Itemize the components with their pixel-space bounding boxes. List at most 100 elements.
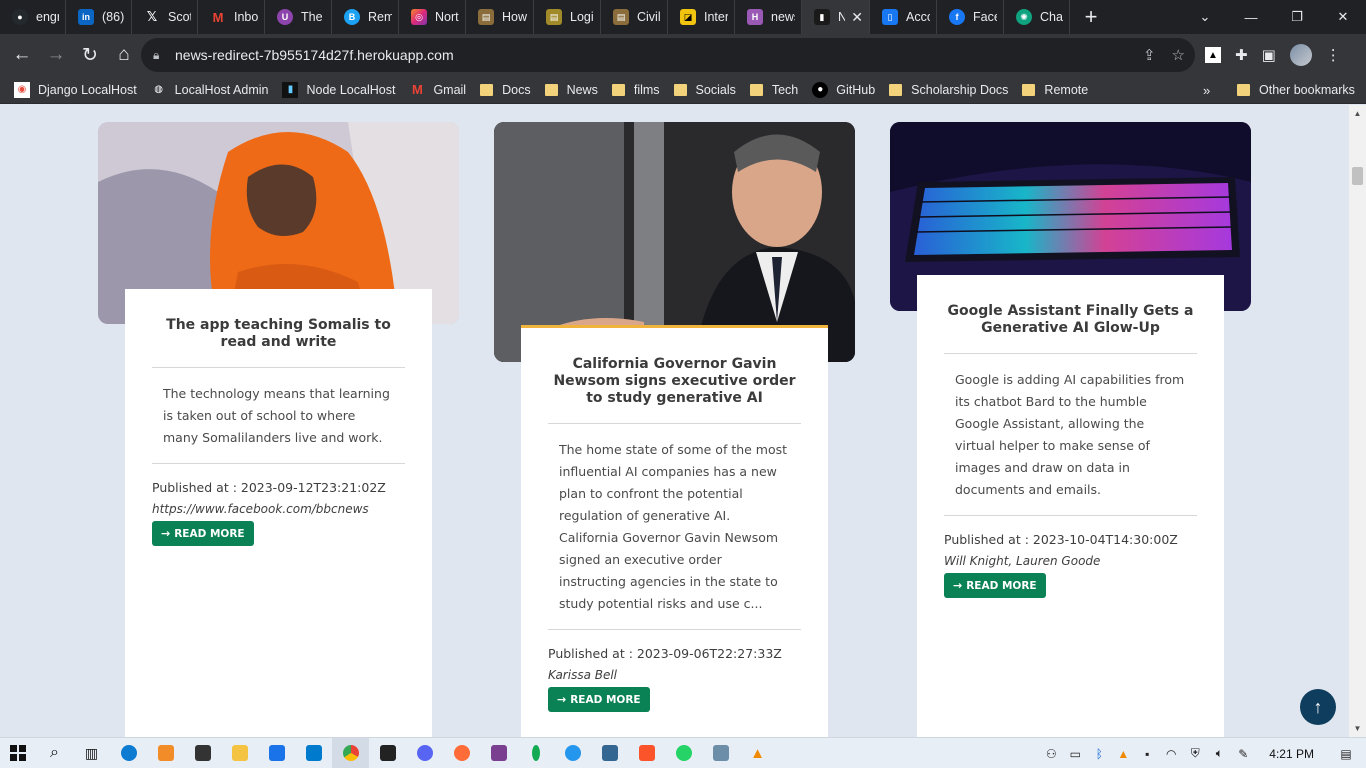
new-tab-button[interactable]: + <box>1076 4 1106 30</box>
bookmark-folder-docs[interactable]: Docs <box>480 83 531 97</box>
volume-icon[interactable]: 🔈︎ <box>1207 738 1231 768</box>
tab[interactable]: ✺ ChatG <box>1004 0 1070 34</box>
read-more-button[interactable]: → READ MORE <box>548 687 650 712</box>
share-icon[interactable]: ⇪ <box>1143 46 1156 64</box>
scrollbar[interactable]: ▲ ▼ <box>1349 105 1366 737</box>
scrollbar-thumb[interactable] <box>1352 167 1363 185</box>
vlc-icon[interactable]: ▲ <box>739 738 776 768</box>
bookmark-node-localhost[interactable]: ▮ Node LocalHost <box>282 81 395 98</box>
scroll-to-top-button[interactable]: ↑ <box>1300 689 1336 725</box>
close-tab-icon[interactable]: ✕ <box>851 9 863 26</box>
bookmark-folder-remote[interactable]: Remote <box>1022 83 1088 97</box>
scroll-up-arrow-icon[interactable]: ▲ <box>1349 105 1366 122</box>
system-tray: ⚇ ▭ ᛒ ▲ ▪ ◠ ⛨ 🔈︎ ✎ 4:21 PM ▤ <box>1039 738 1366 768</box>
app-icon[interactable] <box>702 738 739 768</box>
app-icon[interactable] <box>369 738 406 768</box>
app-icon[interactable] <box>554 738 591 768</box>
reload-icon[interactable]: ↻ <box>74 39 106 71</box>
discord-icon[interactable] <box>406 738 443 768</box>
tab[interactable]: M Inbox <box>198 0 265 34</box>
store-icon[interactable] <box>184 738 221 768</box>
tab[interactable]: 𝕏 Scott <box>132 0 198 34</box>
task-view-icon[interactable]: ▥ <box>73 738 110 768</box>
notifications-icon[interactable]: ▤ <box>1334 738 1358 768</box>
tab[interactable]: f Faceb <box>937 0 1004 34</box>
tab[interactable]: ▤ Login <box>534 0 601 34</box>
bookmark-folder-films[interactable]: films <box>611 83 660 97</box>
file-explorer-icon[interactable] <box>221 738 258 768</box>
taskbar-clock[interactable]: 4:21 PM <box>1269 747 1314 761</box>
tab[interactable]: ◪ Interr <box>668 0 735 34</box>
page-viewport: The app teaching Somalis to read and wri… <box>0 105 1366 737</box>
battery-icon[interactable]: ▭ <box>1063 738 1087 768</box>
windows-start-icon[interactable] <box>0 738 36 768</box>
extension-icon[interactable]: ▲ <box>1205 47 1221 63</box>
tab[interactable]: ▤ How <box>466 0 534 34</box>
vscode-icon[interactable] <box>295 738 332 768</box>
mongodb-icon[interactable] <box>517 738 554 768</box>
tab[interactable]: B Remc <box>332 0 399 34</box>
bluetooth-icon[interactable]: ᛒ <box>1087 738 1111 768</box>
mail-icon[interactable] <box>258 738 295 768</box>
tab[interactable]: ◎ North <box>399 0 466 34</box>
minimize-button[interactable]: — <box>1228 0 1274 34</box>
people-icon[interactable]: ⚇ <box>1039 738 1063 768</box>
security-icon[interactable]: ⛨ <box>1183 738 1207 768</box>
bookmark-folder-news[interactable]: News <box>544 83 598 97</box>
bookmark-django-localhost[interactable]: ◉ Django LocalHost <box>14 81 137 98</box>
edge-icon[interactable] <box>110 738 147 768</box>
side-panel-icon[interactable]: ▣ <box>1262 46 1276 64</box>
back-icon[interactable]: ← <box>6 39 38 71</box>
article-description: The technology means that learning is ta… <box>152 368 405 464</box>
scroll-down-arrow-icon[interactable]: ▼ <box>1349 720 1366 737</box>
bookmark-gmail[interactable]: M Gmail <box>409 82 466 98</box>
folder-icon <box>544 83 558 96</box>
app-icon[interactable] <box>480 738 517 768</box>
bookmark-other-bookmarks[interactable]: Other bookmarks <box>1237 76 1355 104</box>
bookmark-localhost-admin[interactable]: ◍ LocalHost Admin <box>151 82 268 98</box>
wifi-icon[interactable]: ◠ <box>1159 738 1183 768</box>
article-author: https://www.facebook.com/bbcnews <box>152 502 369 516</box>
folder-icon <box>611 83 625 96</box>
article-date: Published at : 2023-10-04T14:30:00Z <box>944 532 1178 547</box>
lock-icon: 🔒︎ <box>153 48 160 62</box>
bookmark-folder-scholarship-docs[interactable]: Scholarship Docs <box>889 83 1008 97</box>
app-tray-icon[interactable]: ▪ <box>1135 738 1159 768</box>
read-more-button[interactable]: → READ MORE <box>944 573 1046 598</box>
vlc-tray-icon[interactable]: ▲ <box>1111 738 1135 768</box>
folder-icon <box>889 83 903 96</box>
restore-button[interactable]: ❐ <box>1274 0 1320 34</box>
h-icon: H <box>747 9 763 25</box>
forward-icon[interactable]: → <box>40 39 72 71</box>
tab[interactable]: ● engr <box>0 0 66 34</box>
tab-active[interactable]: ▮ N ✕ <box>802 0 870 34</box>
tab[interactable]: ▤ Civil I <box>601 0 668 34</box>
bookmark-star-icon[interactable]: ☆ <box>1172 46 1185 64</box>
tab[interactable]: ▯ Accou <box>870 0 937 34</box>
home-icon[interactable]: ⌂ <box>108 39 140 71</box>
read-more-button[interactable]: → READ MORE <box>152 521 254 546</box>
bookmark-github[interactable]: ● GitHub <box>812 81 875 98</box>
sublime-icon[interactable] <box>147 738 184 768</box>
search-icon[interactable]: ⌕ <box>36 738 73 768</box>
postman-icon[interactable] <box>443 738 480 768</box>
tab[interactable]: H news <box>735 0 802 34</box>
menu-icon[interactable]: ⋮ <box>1326 46 1341 64</box>
bookmark-folder-socials[interactable]: Socials <box>673 83 736 97</box>
chrome-icon[interactable] <box>332 737 369 768</box>
brave-icon[interactable] <box>628 738 665 768</box>
address-bar[interactable]: 🔒︎ news-redirect-7b955174d27f.herokuapp.… <box>141 38 1195 72</box>
postgres-icon[interactable] <box>591 738 628 768</box>
bookmark-folder-tech[interactable]: Tech <box>749 83 798 97</box>
puzzle-icon[interactable]: ✚ <box>1235 46 1248 64</box>
tab-search-icon[interactable]: ⌄ <box>1182 0 1228 34</box>
article-description: Google is adding AI capabilities from it… <box>944 354 1197 516</box>
bookmarks-overflow-icon[interactable]: » <box>1203 76 1210 104</box>
tab[interactable]: U The C <box>265 0 332 34</box>
tab[interactable]: in (86) A <box>66 0 132 34</box>
whatsapp-icon[interactable] <box>665 738 702 768</box>
url-text[interactable]: news-redirect-7b955174d27f.herokuapp.com <box>175 47 454 63</box>
pen-icon[interactable]: ✎ <box>1231 738 1255 768</box>
close-window-button[interactable]: ✕ <box>1320 0 1366 34</box>
avatar[interactable] <box>1289 44 1312 66</box>
